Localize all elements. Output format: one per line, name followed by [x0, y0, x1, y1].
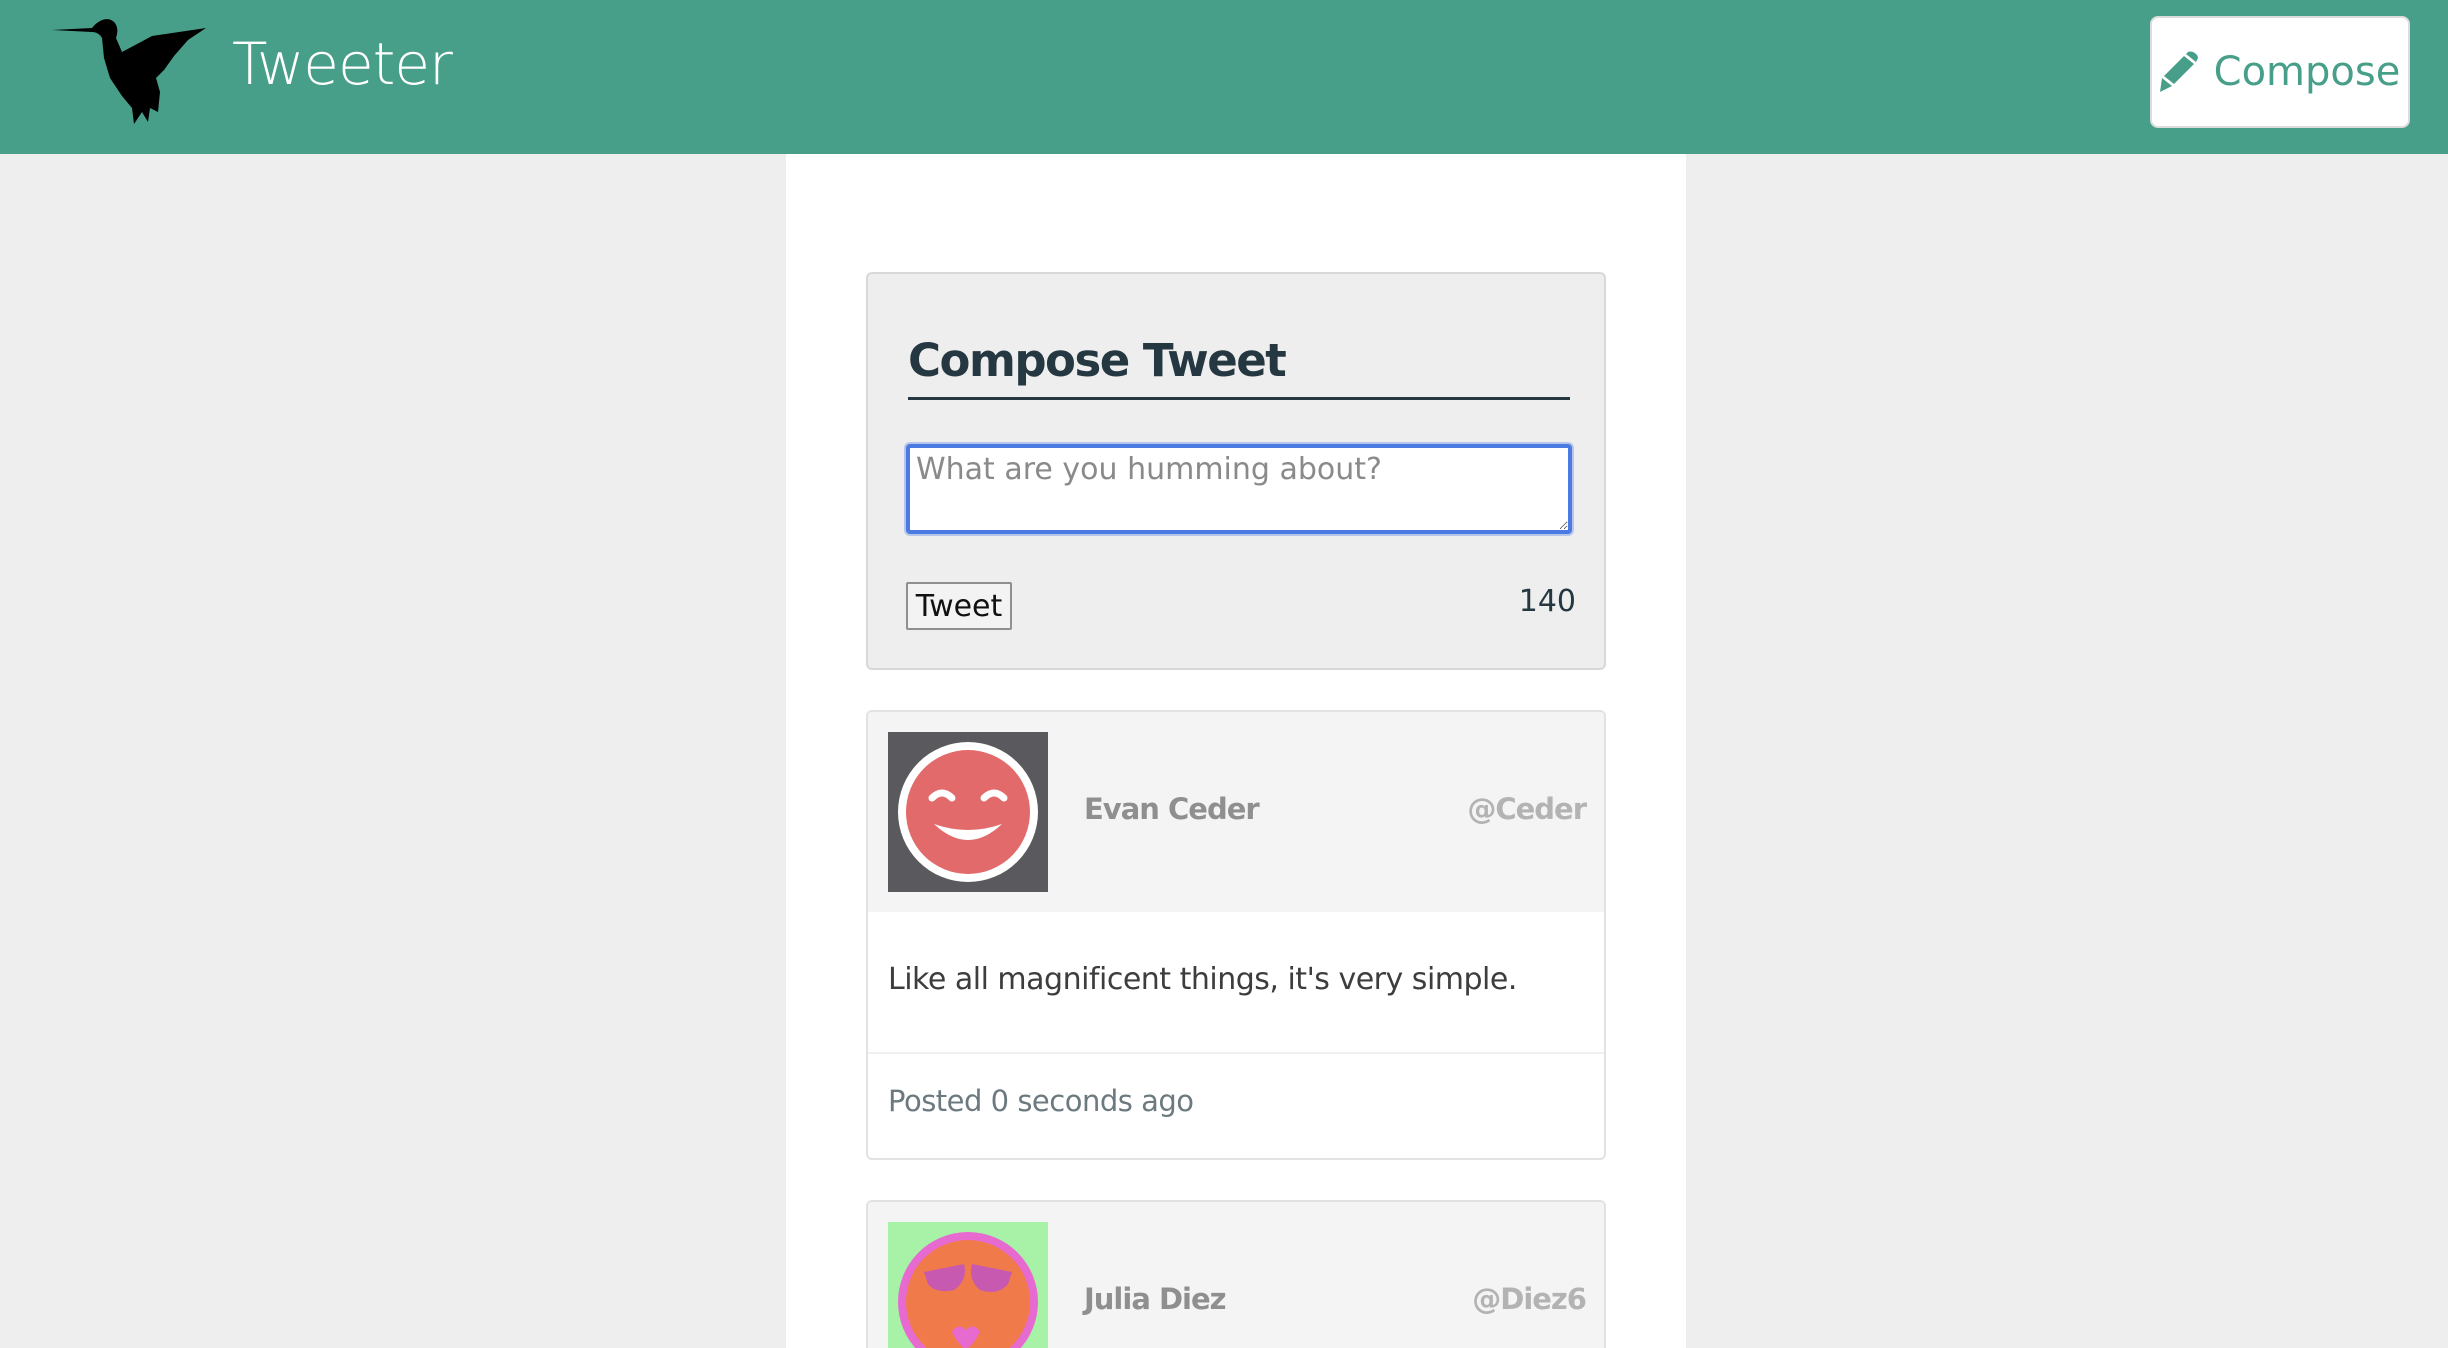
tweet-author-handle: @Ceder — [1467, 792, 1587, 826]
pencil-icon — [2159, 51, 2198, 92]
compose-button[interactable]: Compose — [2150, 16, 2410, 128]
tweet-text-input[interactable] — [906, 444, 1572, 534]
tweet-submit-button[interactable]: Tweet — [906, 582, 1012, 630]
compose-button-label: Compose — [2213, 49, 2401, 95]
tweet-card: Julia Diez @Diez6 — [866, 1200, 1606, 1348]
tweet-author-handle: @Diez6 — [1472, 1282, 1587, 1316]
avatar-sunglasses-icon — [888, 1222, 1048, 1348]
tweet-header: Julia Diez @Diez6 — [868, 1202, 1604, 1348]
tweet-author-name: Julia Diez — [1084, 1282, 1227, 1316]
tweet-header: Evan Ceder @Ceder — [868, 712, 1604, 912]
tweet-text: Like all magnificent things, it's very s… — [868, 912, 1604, 1054]
top-navbar: Tweeter Compose — [0, 0, 2448, 154]
character-counter: 140 — [1518, 584, 1576, 619]
tweet-card: Evan Ceder @Ceder Like all magnificent t… — [866, 710, 1606, 1160]
avatar-smiley-icon — [888, 732, 1048, 892]
brand-title: Tweeter — [232, 30, 453, 98]
compose-title: Compose Tweet — [908, 334, 1570, 400]
main-column: Compose Tweet Tweet 140 Evan Ceder @Cede… — [786, 154, 1686, 1348]
tweet-timestamp: Posted 0 seconds ago — [888, 1084, 1194, 1118]
hummingbird-logo-icon — [52, 19, 206, 124]
compose-tweet-panel: Compose Tweet Tweet 140 — [866, 272, 1606, 670]
tweet-author-name: Evan Ceder — [1084, 792, 1260, 826]
